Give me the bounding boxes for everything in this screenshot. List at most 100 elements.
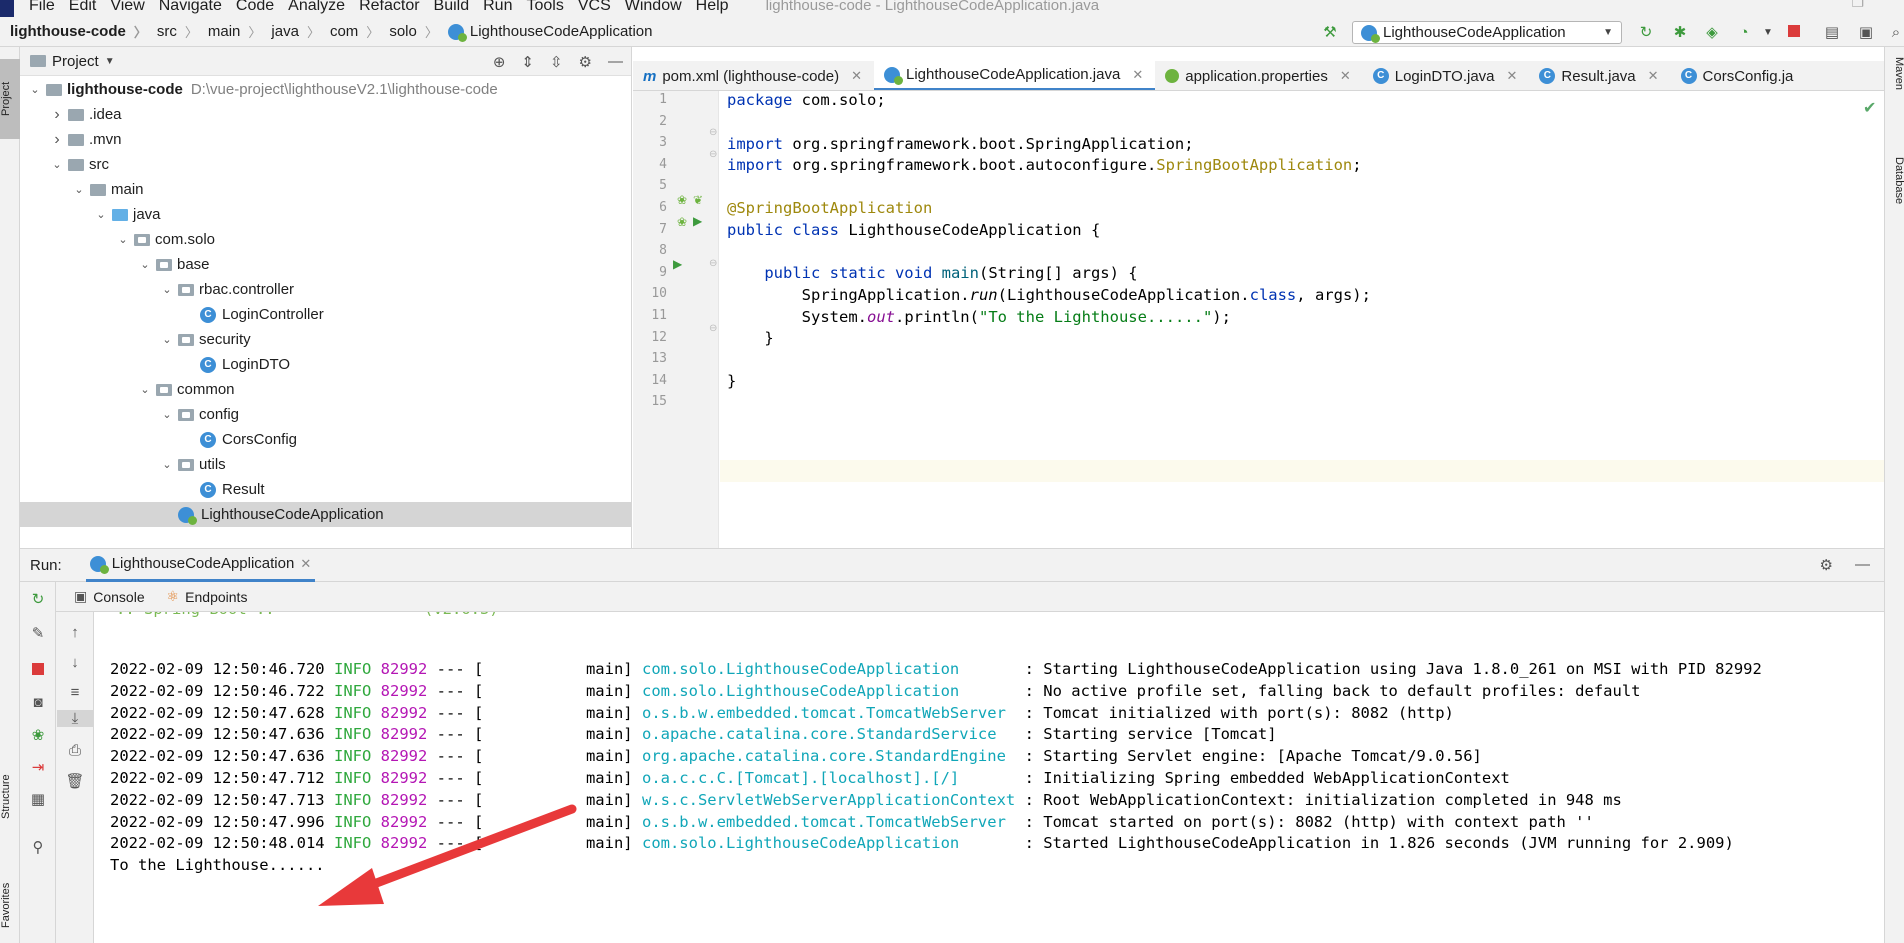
scroll-down-icon[interactable]: ↓ [57, 654, 93, 671]
tree-item[interactable]: C CorsConfig [20, 427, 631, 452]
terminal-icon[interactable]: ▣ [1858, 25, 1874, 41]
exit-icon[interactable]: ⇥ [20, 758, 56, 776]
menu-edit[interactable]: Edit [62, 0, 104, 14]
breadcrumb-solo[interactable]: solo 〉 [379, 22, 438, 41]
tool-tab-structure[interactable]: Structure [0, 757, 20, 837]
restart-spring-icon[interactable]: ❀ [20, 726, 56, 744]
soft-wrap-icon[interactable]: ≡ [57, 684, 93, 701]
tab-application-properties[interactable]: application.properties ✕ [1155, 61, 1363, 90]
tree-item[interactable]: C LoginController [20, 302, 631, 327]
collapse-all-icon[interactable]: ⇳ [550, 53, 563, 71]
tree-item[interactable]: ⌄ base [20, 252, 631, 277]
menu-view[interactable]: View [103, 0, 151, 14]
breadcrumb-src[interactable]: src 〉 [147, 22, 198, 41]
menu-window[interactable]: Window [618, 0, 689, 14]
chevron-down-icon[interactable]: ⌄ [72, 183, 86, 196]
tool-tab-maven[interactable]: Maven [1887, 57, 1904, 117]
project-structure-icon[interactable]: ▤ [1824, 25, 1840, 41]
chevron-down-icon[interactable]: ⌄ [50, 158, 64, 171]
stop-icon[interactable] [1786, 25, 1802, 41]
print-icon[interactable]: ⎙ [57, 742, 93, 759]
tree-item[interactable]: ⌄ com.solo [20, 227, 631, 252]
menu-run[interactable]: Run [476, 0, 519, 14]
debug-bug-icon[interactable]: ✱ [1672, 25, 1688, 41]
tree-item[interactable]: LighthouseCodeApplication [20, 502, 631, 527]
close-icon[interactable]: ✕ [1507, 68, 1518, 84]
pin-icon[interactable]: ⚲ [20, 838, 56, 856]
tree-item[interactable]: ⌄ utils [20, 452, 631, 477]
menu-vcs[interactable]: VCS [571, 0, 618, 14]
tree-item[interactable]: › .mvn [20, 127, 631, 152]
tree-item[interactable]: ⌄ rbac.controller [20, 277, 631, 302]
close-icon[interactable]: ✕ [851, 68, 862, 84]
stop-icon[interactable] [20, 662, 56, 679]
tool-tab-database[interactable]: Database [1887, 157, 1904, 237]
tree-item[interactable]: ⌄ lighthouse-code D:\vue-project\lighthous… [20, 77, 631, 102]
tree-item[interactable]: C Result [20, 477, 631, 502]
tree-item[interactable]: ⌄ security [20, 327, 631, 352]
breadcrumb-main[interactable]: main 〉 [198, 22, 262, 41]
menu-navigate[interactable]: Navigate [152, 0, 229, 14]
chevron-down-icon[interactable]: ⌄ [94, 208, 108, 221]
spring-config-gutter-icon[interactable]: ❦ [693, 193, 703, 207]
fold-icon[interactable]: ⊖ [709, 127, 717, 138]
tab-cors-config[interactable]: C CorsConfig.ja [1671, 61, 1806, 90]
layout-icon[interactable]: ▦ [20, 790, 56, 808]
window-restore-icon[interactable]: ❐ [1851, 0, 1864, 11]
chevron-down-icon[interactable]: ⌄ [138, 258, 152, 271]
chevron-down-icon[interactable]: ▼ [105, 56, 115, 67]
hide-panel-icon[interactable]: — [1855, 556, 1870, 574]
no-problems-check-icon[interactable]: ✔ [1863, 98, 1876, 118]
tool-tab-favorites[interactable]: Favorites [0, 867, 20, 943]
chevron-right-icon[interactable]: › [50, 106, 64, 124]
search-icon[interactable]: ⌕ [1888, 25, 1904, 41]
breadcrumb-java[interactable]: java 〉 [261, 22, 320, 41]
menu-build[interactable]: Build [427, 0, 477, 14]
close-icon[interactable]: ✕ [300, 556, 311, 572]
camera-icon[interactable]: ◙ [20, 694, 56, 711]
project-panel-title[interactable]: Project [52, 53, 99, 70]
breadcrumb-com[interactable]: com 〉 [320, 22, 379, 41]
menu-file[interactable]: File [22, 0, 62, 14]
tab-pom-xml[interactable]: m pom.xml (lighthouse-code) ✕ [633, 61, 874, 90]
subtab-endpoints[interactable]: ⚛ Endpoints [167, 588, 248, 605]
console-output[interactable]: :: Spring Boot :: (v2.6.3) 2022-02-09 12… [94, 612, 1884, 943]
gear-icon[interactable]: ⚙ [579, 53, 592, 71]
tab-result[interactable]: C Result.java ✕ [1529, 61, 1670, 90]
menu-help[interactable]: Help [689, 0, 736, 14]
tree-item[interactable]: › .idea [20, 102, 631, 127]
fold-icon[interactable]: ⊖ [709, 323, 717, 334]
gear-icon[interactable]: ⚙ [1820, 556, 1833, 574]
coverage-icon[interactable]: ◈ [1704, 25, 1720, 41]
chevron-down-icon[interactable]: ⌄ [160, 333, 174, 346]
menu-tools[interactable]: Tools [519, 0, 570, 14]
chevron-down-icon[interactable]: ⌄ [160, 408, 174, 421]
locate-file-icon[interactable]: ⊕ [493, 53, 506, 71]
chevron-right-icon[interactable]: › [50, 131, 64, 149]
expand-all-icon[interactable]: ⇕ [521, 53, 534, 71]
menu-code[interactable]: Code [229, 0, 281, 14]
tab-login-dto[interactable]: C LoginDTO.java ✕ [1363, 61, 1530, 90]
fold-icon[interactable]: ⊖ [709, 258, 717, 269]
run-configuration-select[interactable]: LighthouseCodeApplication ▼ [1352, 21, 1622, 44]
tree-item[interactable]: ⌄ src [20, 152, 631, 177]
subtab-console[interactable]: ▣ Console [74, 588, 145, 605]
trash-icon[interactable]: 🗑 [57, 772, 93, 790]
breadcrumb-project[interactable]: lighthouse-code 〉 [0, 22, 147, 41]
close-icon[interactable]: ✕ [1648, 68, 1659, 84]
tree-item[interactable]: ⌄ java [20, 202, 631, 227]
menu-analyze[interactable]: Analyze [281, 0, 352, 14]
tree-item[interactable]: C LoginDTO [20, 352, 631, 377]
menu-refactor[interactable]: Refactor [352, 0, 426, 14]
chevron-down-icon[interactable]: ⌄ [160, 458, 174, 471]
rerun-icon[interactable]: ↻ [1638, 25, 1654, 41]
run-tab-lighthouse-code-application[interactable]: LighthouseCodeApplication ✕ [85, 548, 316, 582]
chevron-down-icon[interactable]: ⌄ [160, 283, 174, 296]
tree-item[interactable]: ⌄ common [20, 377, 631, 402]
chevron-down-icon[interactable]: ⌄ [116, 233, 130, 246]
chevron-down-icon[interactable]: ⌄ [138, 383, 152, 396]
tool-tab-project[interactable]: Project [0, 59, 20, 139]
profile-icon[interactable]: ◔ [1736, 25, 1752, 41]
rerun-icon[interactable]: ↻ [20, 590, 56, 608]
chevron-down-icon[interactable]: ⌄ [28, 83, 42, 96]
